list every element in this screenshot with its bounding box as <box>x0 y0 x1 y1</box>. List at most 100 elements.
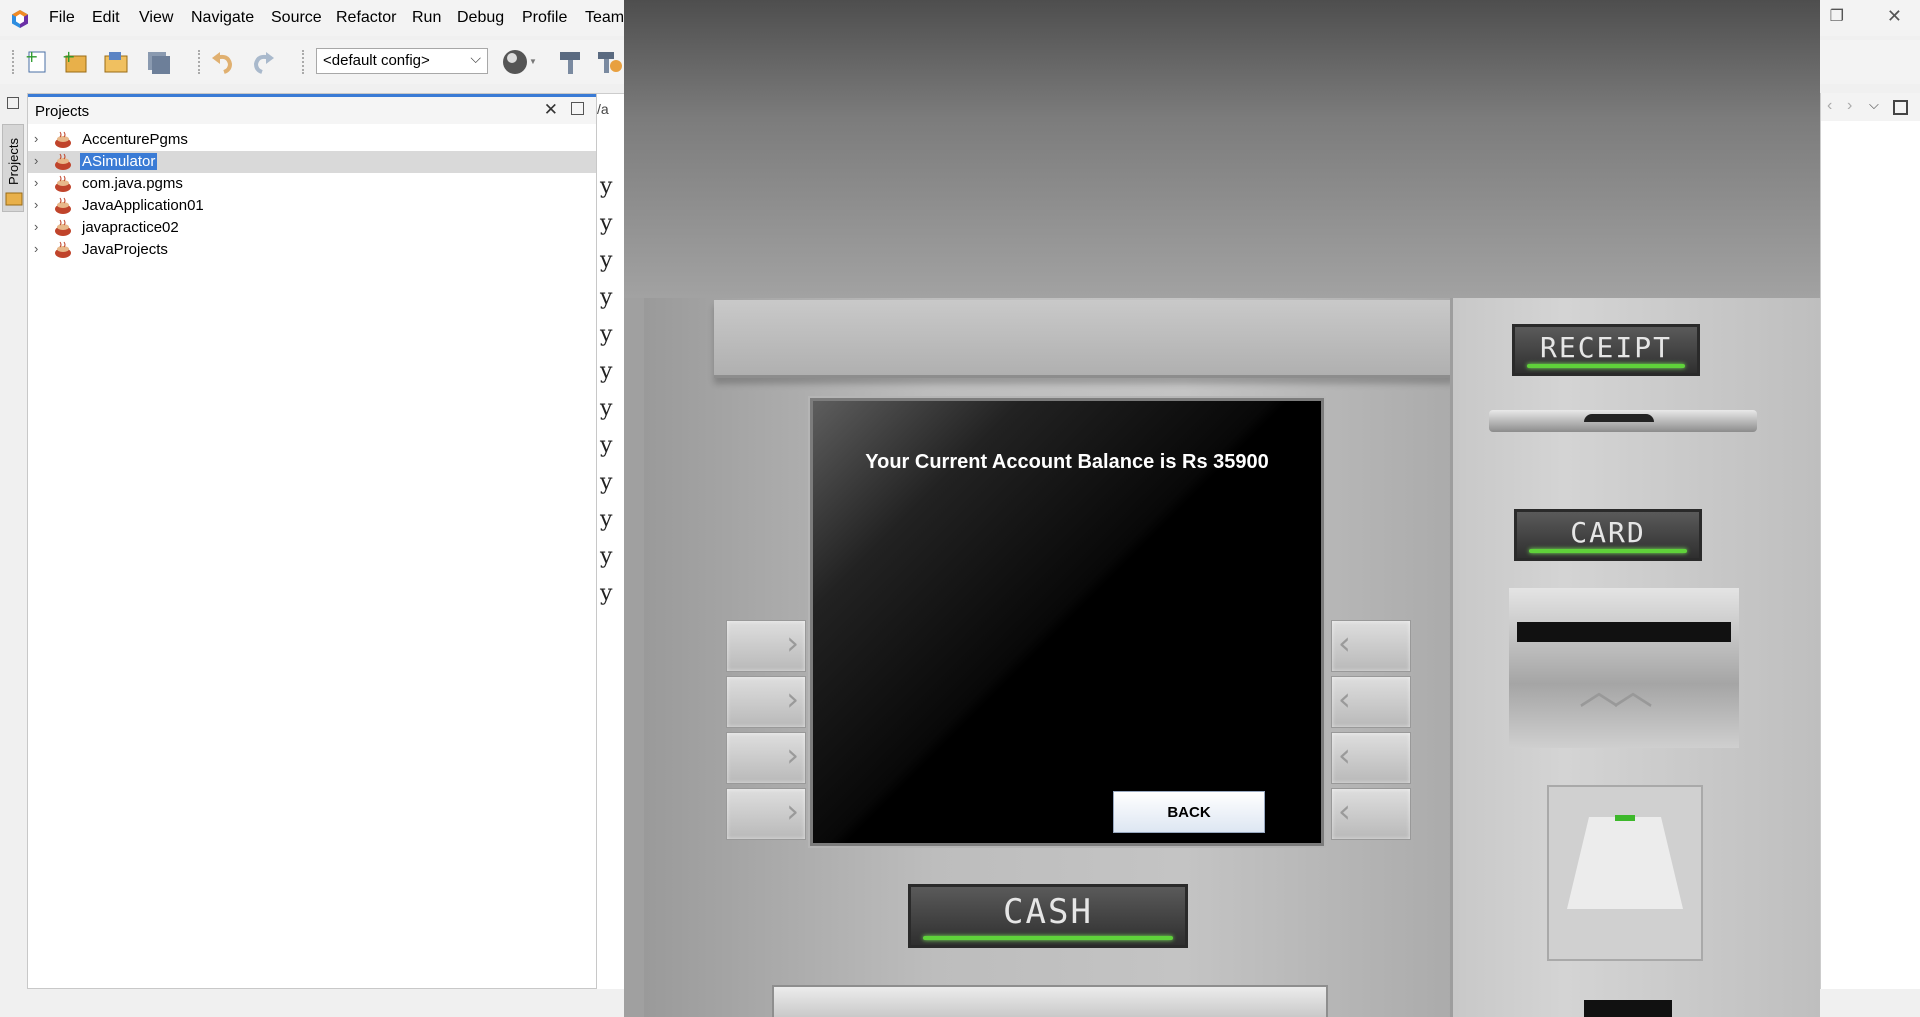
menu-source[interactable]: Source <box>271 9 322 27</box>
deposit-indicator-light <box>1615 815 1635 821</box>
code-line-fragment: y <box>600 470 613 495</box>
run-globe-icon[interactable]: ▼ <box>502 48 537 76</box>
cash-label-text: CASH <box>1003 892 1093 932</box>
code-line-fragment: y <box>600 396 613 421</box>
code-line-fragment: y <box>600 581 613 606</box>
expand-chevron-icon[interactable]: › <box>34 197 38 212</box>
menu-refactor[interactable]: Refactor <box>336 9 396 27</box>
code-line-fragment: y <box>600 544 613 569</box>
projects-side-tab[interactable]: Projects <box>2 124 24 212</box>
key-arrow: ‹ <box>1338 736 1351 774</box>
new-file-icon[interactable]: + <box>22 47 50 76</box>
menu-navigate[interactable]: Navigate <box>191 9 254 27</box>
editor-area-fragment: /a y y y y y y y y y y y y <box>597 93 625 990</box>
clean-build-icon[interactable] <box>596 48 624 76</box>
config-dropdown[interactable]: <default config> ⌵ <box>316 48 488 74</box>
scroll-tabs-left-icon[interactable]: ‹ <box>1827 97 1832 115</box>
restore-panel-icon[interactable] <box>571 102 584 115</box>
menu-edit[interactable]: Edit <box>92 9 120 27</box>
card-label-text: CARD <box>1570 516 1646 549</box>
project-label: JavaApplication01 <box>82 197 204 214</box>
project-label: javapractice02 <box>82 219 179 236</box>
redo-icon[interactable] <box>250 48 278 76</box>
balance-message: Your Current Account Balance is Rs 35900 <box>865 451 1269 473</box>
cash-dispenser-slot <box>772 985 1328 1017</box>
projects-panel-title: Projects <box>35 103 90 120</box>
right-key-1[interactable]: ‹ <box>1331 620 1411 672</box>
project-tree-item[interactable]: › javapractice02 <box>28 217 596 239</box>
menu-team[interactable]: Team <box>585 9 624 27</box>
menu-view[interactable]: View <box>139 9 173 27</box>
java-coffee-cup-icon <box>55 197 71 214</box>
close-window-icon[interactable]: ✕ <box>1887 6 1902 27</box>
projects-side-tab-label: Projects <box>6 138 21 185</box>
save-all-icon[interactable] <box>144 48 172 76</box>
minimize-group-icon[interactable] <box>7 97 19 109</box>
menu-profile[interactable]: Profile <box>522 9 567 27</box>
card-indicator-light <box>1529 549 1687 553</box>
code-line-fragment: y <box>600 285 613 310</box>
new-project-icon[interactable]: + <box>60 47 88 76</box>
right-key-4[interactable]: ‹ <box>1331 788 1411 840</box>
left-key-2[interactable]: › <box>726 676 806 728</box>
project-label: com.java.pgms <box>82 175 183 192</box>
bottom-slot <box>1584 1000 1672 1017</box>
expand-chevron-icon[interactable]: › <box>34 241 38 256</box>
card-label: CARD <box>1514 509 1702 561</box>
code-line-fragment: y <box>600 211 613 236</box>
open-project-icon[interactable] <box>102 48 130 76</box>
chevron-down-icon[interactable]: ⌵ <box>1869 97 1879 113</box>
project-tree-item[interactable]: › JavaProjects <box>28 239 596 261</box>
build-hammer-icon[interactable] <box>556 48 584 76</box>
scroll-tabs-right-icon[interactable]: › <box>1847 97 1852 115</box>
toolbar-separator <box>302 50 305 74</box>
expand-chevron-icon[interactable]: › <box>34 153 38 168</box>
right-key-2[interactable]: ‹ <box>1331 676 1411 728</box>
project-tree-item[interactable]: › com.java.pgms <box>28 173 596 195</box>
project-tree-item-selected[interactable]: › ASimulator <box>28 151 596 173</box>
left-key-3[interactable]: › <box>726 732 806 784</box>
card-slot[interactable]: ︿︿ <box>1509 588 1739 748</box>
menu-file[interactable]: File <box>49 9 75 27</box>
code-line-fragment: y <box>600 248 613 273</box>
maximize-editor-icon[interactable] <box>1893 100 1908 115</box>
project-label: ASimulator <box>80 153 158 170</box>
key-arrow: › <box>786 680 799 718</box>
atm-screen: Your Current Account Balance is Rs 35900… <box>810 398 1324 846</box>
project-tree-item[interactable]: › AccenturePgms <box>28 129 596 151</box>
java-coffee-cup-icon <box>55 131 71 148</box>
code-line-fragment: y <box>600 359 613 384</box>
right-key-3[interactable]: ‹ <box>1331 732 1411 784</box>
expand-chevron-icon[interactable]: › <box>34 219 38 234</box>
left-key-4[interactable]: › <box>726 788 806 840</box>
netbeans-logo-icon <box>12 10 28 28</box>
menu-run[interactable]: Run <box>412 9 441 27</box>
projects-folder-icon <box>5 192 23 206</box>
expand-chevron-icon[interactable]: › <box>34 131 38 146</box>
close-icon[interactable]: ✕ <box>544 100 558 120</box>
atm-simulator-window: › › › › ‹ ‹ ‹ ‹ Your Current Account Bal… <box>624 0 1820 1017</box>
menu-debug[interactable]: Debug <box>457 9 504 27</box>
project-label: JavaProjects <box>82 241 168 258</box>
receipt-label: RECEIPT <box>1512 324 1700 376</box>
receipt-label-text: RECEIPT <box>1539 331 1672 364</box>
svg-text:+: + <box>62 48 75 66</box>
cash-indicator-light <box>923 936 1173 940</box>
back-button[interactable]: BACK <box>1113 791 1265 833</box>
receipt-indicator-light <box>1527 364 1685 368</box>
java-coffee-cup-icon <box>55 241 71 258</box>
code-line-fragment: y <box>600 433 613 458</box>
deposit-slot <box>1547 785 1703 961</box>
editor-tab-fragment[interactable]: /a <box>597 101 609 117</box>
project-tree-item[interactable]: › JavaApplication01 <box>28 195 596 217</box>
chevron-down-icon: ⌵ <box>470 50 481 66</box>
projects-panel-header: Projects ✕ <box>28 94 596 124</box>
side-tab-strip <box>0 93 27 993</box>
left-key-1[interactable]: › <box>726 620 806 672</box>
undo-icon[interactable] <box>208 48 236 76</box>
restore-window-icon[interactable]: ❐ <box>1830 6 1844 26</box>
project-label: AccenturePgms <box>82 131 188 148</box>
key-arrow: ‹ <box>1338 680 1351 718</box>
code-line-fragment: y <box>600 322 613 347</box>
expand-chevron-icon[interactable]: › <box>34 175 38 190</box>
